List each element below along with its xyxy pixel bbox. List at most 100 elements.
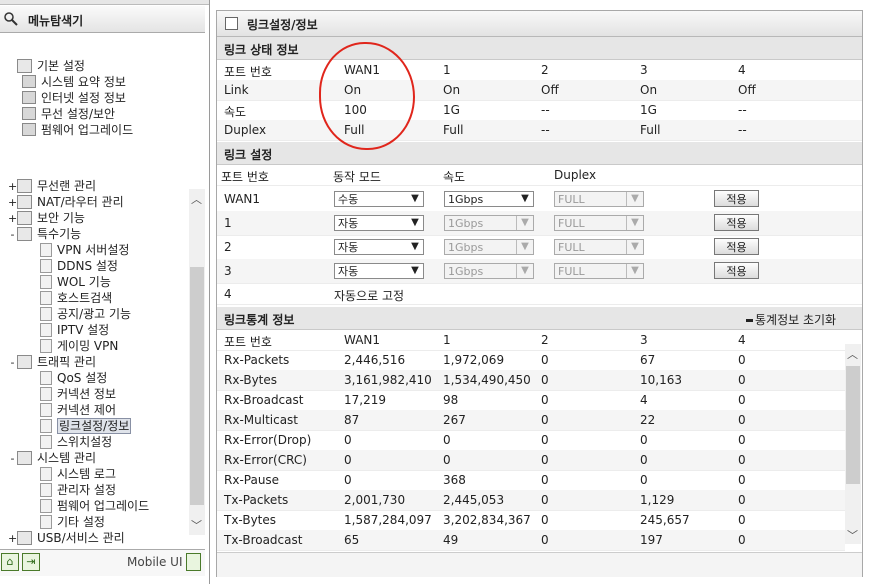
collapse-icon[interactable]: -: [8, 355, 17, 371]
folder-icon: [17, 178, 32, 193]
mode-select[interactable]: 자동 ▼: [334, 215, 424, 231]
menu-item-7[interactable]: + 보안 기능: [8, 210, 85, 226]
menu-item-26[interactable]: 기타 설정: [40, 514, 105, 530]
table-row: Tx-Packets 2,001,730 2,445,053 0 1,129 0: [217, 490, 845, 511]
menu-item-19[interactable]: 커넥션 제어: [40, 402, 116, 418]
apply-button[interactable]: 적용: [714, 190, 759, 207]
expand-icon[interactable]: +: [8, 195, 17, 211]
menu-item-10[interactable]: DDNS 설정: [40, 258, 118, 274]
menu-item-label: NAT/라우터 관리: [37, 195, 124, 209]
apply-button[interactable]: 적용: [714, 238, 759, 255]
table-cell: 포트 번호: [224, 65, 272, 79]
duplex-value: FULL: [558, 241, 585, 254]
reset-stats-button[interactable]: 통계정보 초기화: [746, 311, 836, 328]
folder-icon: [17, 530, 32, 545]
menu-item-16[interactable]: - 트래픽 관리: [8, 354, 96, 370]
mobile-ui-link[interactable]: Mobile UI: [127, 555, 183, 569]
chevron-down-icon: ▼: [626, 264, 643, 278]
table-cell: 0: [541, 513, 549, 527]
menu-item-label: 관리자 설정: [57, 483, 117, 497]
table-header-row: 포트 번호 WAN1 1 2 3 4: [217, 330, 845, 351]
duplex-select[interactable]: FULL ▼: [554, 239, 644, 255]
menu-item-4[interactable]: 펌웨어 업그레이드: [22, 122, 133, 138]
table-cell: 17,219: [344, 393, 386, 407]
mode-select[interactable]: 자동 ▼: [334, 263, 424, 279]
menu-item-27[interactable]: + USB/서비스 관리: [8, 530, 125, 546]
table-cell: 0: [640, 453, 648, 467]
menu-item-22[interactable]: - 시스템 관리: [8, 450, 96, 466]
collapse-icon[interactable]: -: [8, 227, 17, 243]
table-cell: Tx-Packets: [224, 493, 289, 507]
menu-item-18[interactable]: 커넥션 정보: [40, 386, 116, 402]
table-cell: Rx-Multicast: [224, 413, 299, 427]
mode-select[interactable]: 자동 ▼: [334, 239, 424, 255]
table-cell: 0: [541, 533, 549, 547]
menu-item-3[interactable]: 무선 설정/보안: [22, 106, 115, 122]
menu-item-20[interactable]: 링크설정/정보: [40, 418, 132, 434]
menu-item-9[interactable]: VPN 서버설정: [40, 242, 129, 258]
table-cell: --: [738, 123, 747, 137]
folder-icon: [17, 194, 32, 209]
scroll-down-icon[interactable]: ﹀: [847, 527, 858, 543]
menu-item-8[interactable]: - 특수기능: [8, 226, 81, 242]
menu-item-21[interactable]: 스위치설정: [40, 434, 112, 450]
menu-item-6[interactable]: + NAT/라우터 관리: [8, 194, 124, 210]
page-icon: [40, 370, 52, 385]
link-config-section-header: 링크 설정: [217, 142, 862, 165]
duplex-select[interactable]: FULL ▼: [554, 263, 644, 279]
menu-item-11[interactable]: WOL 기능: [40, 274, 111, 290]
menu-footer: ⌂ ⇥ Mobile UI: [0, 549, 205, 576]
minus-icon: [746, 319, 753, 322]
menu-item-14[interactable]: IPTV 설정: [40, 322, 109, 338]
expand-icon[interactable]: +: [8, 211, 17, 227]
menu-item-label: 커넥션 정보: [57, 387, 117, 401]
home-icon[interactable]: ⌂: [1, 553, 19, 571]
link-status-title: 링크 상태 정보: [224, 43, 299, 57]
menu-item-15[interactable]: 게이밍 VPN: [40, 338, 118, 354]
scrollbar-thumb[interactable]: [846, 366, 860, 484]
mode-select[interactable]: 수동 ▼: [334, 191, 424, 207]
duplex-select[interactable]: FULL ▼: [554, 215, 644, 231]
menu-item-17[interactable]: QoS 설정: [40, 370, 107, 386]
speed-select[interactable]: 1Gbps ▼: [444, 263, 534, 279]
duplex-select[interactable]: FULL ▼: [554, 191, 644, 207]
scroll-down-icon[interactable]: ﹀: [191, 517, 202, 533]
table-row: Rx-Multicast 87 267 0 22 0: [217, 410, 845, 431]
menu-item-24[interactable]: 관리자 설정: [40, 482, 116, 498]
table-cell: 2,001,730: [344, 493, 406, 507]
scrollbar-thumb[interactable]: [190, 267, 204, 505]
menu-item-label: IPTV 설정: [57, 323, 110, 337]
search-icon: [4, 12, 18, 26]
speed-select[interactable]: 1Gbps ▼: [444, 239, 534, 255]
menu-item-0[interactable]: 기본 설정: [8, 58, 85, 74]
page-icon: [40, 338, 52, 353]
expand-icon[interactable]: +: [8, 531, 17, 547]
apply-button[interactable]: 적용: [714, 214, 759, 231]
table-row: 1 자동 ▼ 1Gbps ▼ FULL ▼ 적용: [217, 211, 862, 236]
menu-item-5[interactable]: + 무선랜 관리: [8, 178, 96, 194]
logout-icon[interactable]: ⇥: [22, 553, 40, 571]
mobile-phone-icon[interactable]: [186, 553, 201, 571]
apply-button[interactable]: 적용: [714, 262, 759, 279]
scroll-up-icon[interactable]: ︿: [847, 346, 858, 362]
menu-item-23[interactable]: 시스템 로그: [40, 466, 116, 482]
table-cell: Full: [443, 123, 464, 137]
menu-item-25[interactable]: 펌웨어 업그레이드: [40, 498, 149, 514]
table-cell: 0: [541, 433, 549, 447]
menu-item-12[interactable]: 호스트검색: [40, 290, 112, 306]
stats-scrollbar[interactable]: ︿ ﹀: [845, 344, 861, 544]
expand-icon[interactable]: +: [8, 179, 17, 195]
speed-select[interactable]: 1Gbps ▼: [444, 191, 534, 207]
table-cell: 0: [443, 453, 451, 467]
table-cell: 100: [344, 103, 367, 117]
page-icon: [40, 386, 52, 401]
table-header-cell: 속도: [443, 170, 466, 184]
collapse-icon[interactable]: -: [8, 451, 17, 467]
speed-select[interactable]: 1Gbps ▼: [444, 215, 534, 231]
menu-item-1[interactable]: 시스템 요약 정보: [22, 74, 126, 90]
mode-value: 자동: [338, 265, 359, 278]
menu-item-2[interactable]: 인터넷 설정 정보: [22, 90, 126, 106]
scroll-up-icon[interactable]: ︿: [191, 191, 202, 207]
menu-item-13[interactable]: 공지/광고 기능: [40, 306, 131, 322]
menu-scrollbar[interactable]: ︿ ﹀: [189, 189, 205, 535]
